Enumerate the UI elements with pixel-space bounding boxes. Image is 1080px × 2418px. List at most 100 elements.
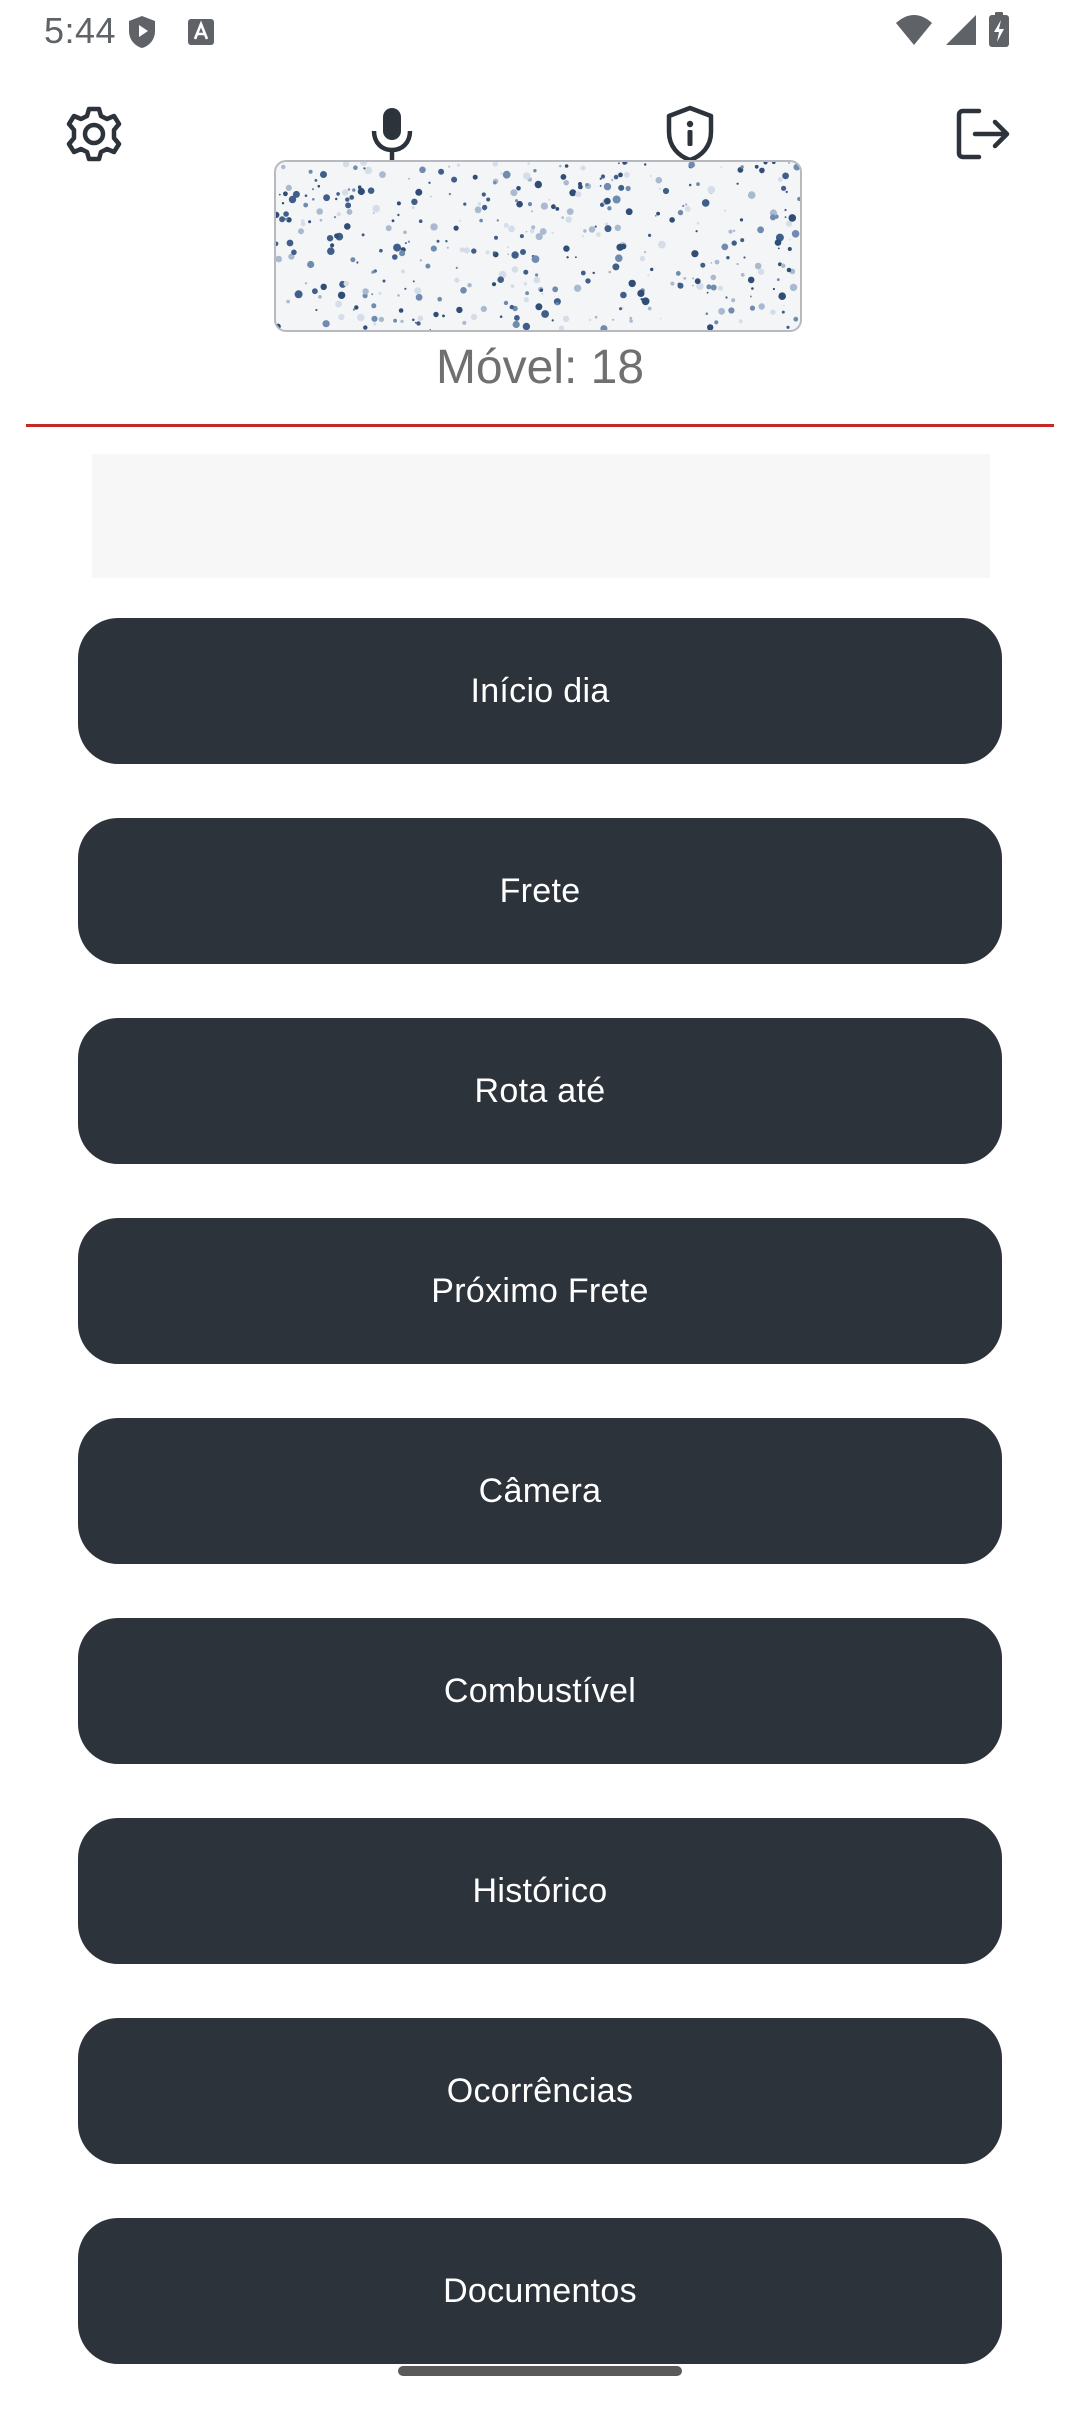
logo-speckle xyxy=(411,198,418,205)
logo-speckle xyxy=(460,287,467,294)
logo-speckle xyxy=(492,251,496,255)
logo-speckle xyxy=(600,174,606,179)
logo-speckle xyxy=(414,287,422,295)
logo-speckle xyxy=(314,179,318,182)
company-logo xyxy=(274,160,802,332)
logo-speckle xyxy=(714,320,719,325)
logo-speckle xyxy=(540,202,548,210)
logo-speckle xyxy=(569,189,577,197)
logo-speckle xyxy=(472,174,478,180)
logo-speckle xyxy=(416,321,421,326)
logo-speckle xyxy=(749,305,756,311)
logo-speckle xyxy=(446,246,449,249)
header-divider xyxy=(26,424,1054,427)
route-to-button[interactable]: Rota até xyxy=(78,1018,1002,1164)
logo-speckle xyxy=(535,273,539,277)
logo-speckle xyxy=(786,325,790,329)
logo-speckle xyxy=(721,243,729,251)
logo-speckle xyxy=(492,162,498,167)
logo-speckle xyxy=(523,297,529,303)
logo-speckle xyxy=(780,263,786,269)
logo-speckle xyxy=(520,249,526,255)
logo-speckle xyxy=(372,270,376,274)
vehicle-number-label: Móvel: 18 xyxy=(435,341,645,394)
logo-speckle xyxy=(552,286,559,293)
logo-speckle xyxy=(659,317,662,320)
logo-speckle xyxy=(516,186,521,191)
logo-speckle xyxy=(349,195,355,200)
logo-speckle xyxy=(625,208,633,216)
logo-speckle xyxy=(743,256,746,259)
logo-speckle xyxy=(352,188,356,192)
logo-speckle xyxy=(561,216,564,219)
logo-speckle xyxy=(281,164,286,170)
logo-speckle xyxy=(278,193,281,196)
logo-speckle xyxy=(511,251,519,259)
logo-speckle xyxy=(393,243,402,252)
settings-button[interactable] xyxy=(54,96,134,176)
logo-speckle xyxy=(758,303,765,310)
start-day-button[interactable]: Início dia xyxy=(78,618,1002,764)
logo-speckle xyxy=(346,209,353,215)
logout-button[interactable] xyxy=(944,96,1024,176)
logo-speckle xyxy=(398,308,404,313)
logo-speckle xyxy=(564,164,569,168)
logo-speckle xyxy=(456,163,460,167)
logo-speckle xyxy=(437,296,442,302)
logo-speckle xyxy=(337,291,346,299)
logo-speckle xyxy=(533,169,537,173)
logo-speckle xyxy=(379,171,386,178)
logo-speckle xyxy=(345,197,350,202)
logo-speckle xyxy=(720,166,723,169)
freight-button[interactable]: Frete xyxy=(78,818,1002,964)
logo-speckle xyxy=(684,203,688,206)
logo-speckle xyxy=(623,171,630,178)
camera-button[interactable]: Câmera xyxy=(78,1418,1002,1564)
logo-speckle xyxy=(692,284,694,287)
logo-speckle xyxy=(531,225,536,230)
home-indicator[interactable] xyxy=(398,2366,682,2376)
logo-speckle xyxy=(662,187,670,195)
logo-speckle xyxy=(751,287,754,290)
logo-speckle xyxy=(776,278,780,281)
logo-speckle xyxy=(675,271,681,276)
logo-speckle xyxy=(373,322,377,326)
logo-speckle xyxy=(533,276,541,284)
logo-speckle xyxy=(603,182,612,191)
logo-speckle xyxy=(732,229,736,232)
logo-speckle xyxy=(791,230,800,238)
logo-speckle xyxy=(691,250,699,258)
logo-speckle xyxy=(770,309,776,315)
logo-speckle xyxy=(710,284,717,291)
logo-speckle xyxy=(785,220,793,227)
logo-speckle xyxy=(573,284,582,292)
documents-button[interactable]: Documentos xyxy=(78,2218,1002,2364)
logo-speckle xyxy=(740,165,744,169)
battery-charging-icon xyxy=(988,12,1010,53)
logo-speckle xyxy=(522,322,531,330)
logo-speckle xyxy=(481,192,486,197)
logo-speckle xyxy=(647,306,652,311)
logo-speckle xyxy=(319,218,323,222)
logo-speckle xyxy=(352,308,356,311)
logo-speckle xyxy=(772,162,776,165)
occurrences-button[interactable]: Ocorrências xyxy=(78,2018,1002,2164)
logo-speckle xyxy=(474,206,482,214)
logo-speckle xyxy=(353,165,358,170)
next-freight-button[interactable]: Próximo Frete xyxy=(78,1218,1002,1364)
history-button[interactable]: Histórico xyxy=(78,1818,1002,1964)
logo-speckle xyxy=(304,194,308,197)
logo-speckle xyxy=(515,199,518,203)
logo-speckle xyxy=(318,295,322,299)
logo-speckle xyxy=(425,263,431,269)
logo-speckle xyxy=(276,323,281,330)
logo-speckle xyxy=(283,191,288,197)
shield-info-icon xyxy=(665,105,715,168)
logo-speckle xyxy=(428,181,431,184)
logo-speckle xyxy=(523,172,531,180)
logo-speckle xyxy=(341,189,349,196)
fuel-button[interactable]: Combustível xyxy=(78,1618,1002,1764)
logo-speckle xyxy=(620,243,627,250)
logo-speckle xyxy=(541,310,549,318)
logo-speckle xyxy=(419,259,422,262)
